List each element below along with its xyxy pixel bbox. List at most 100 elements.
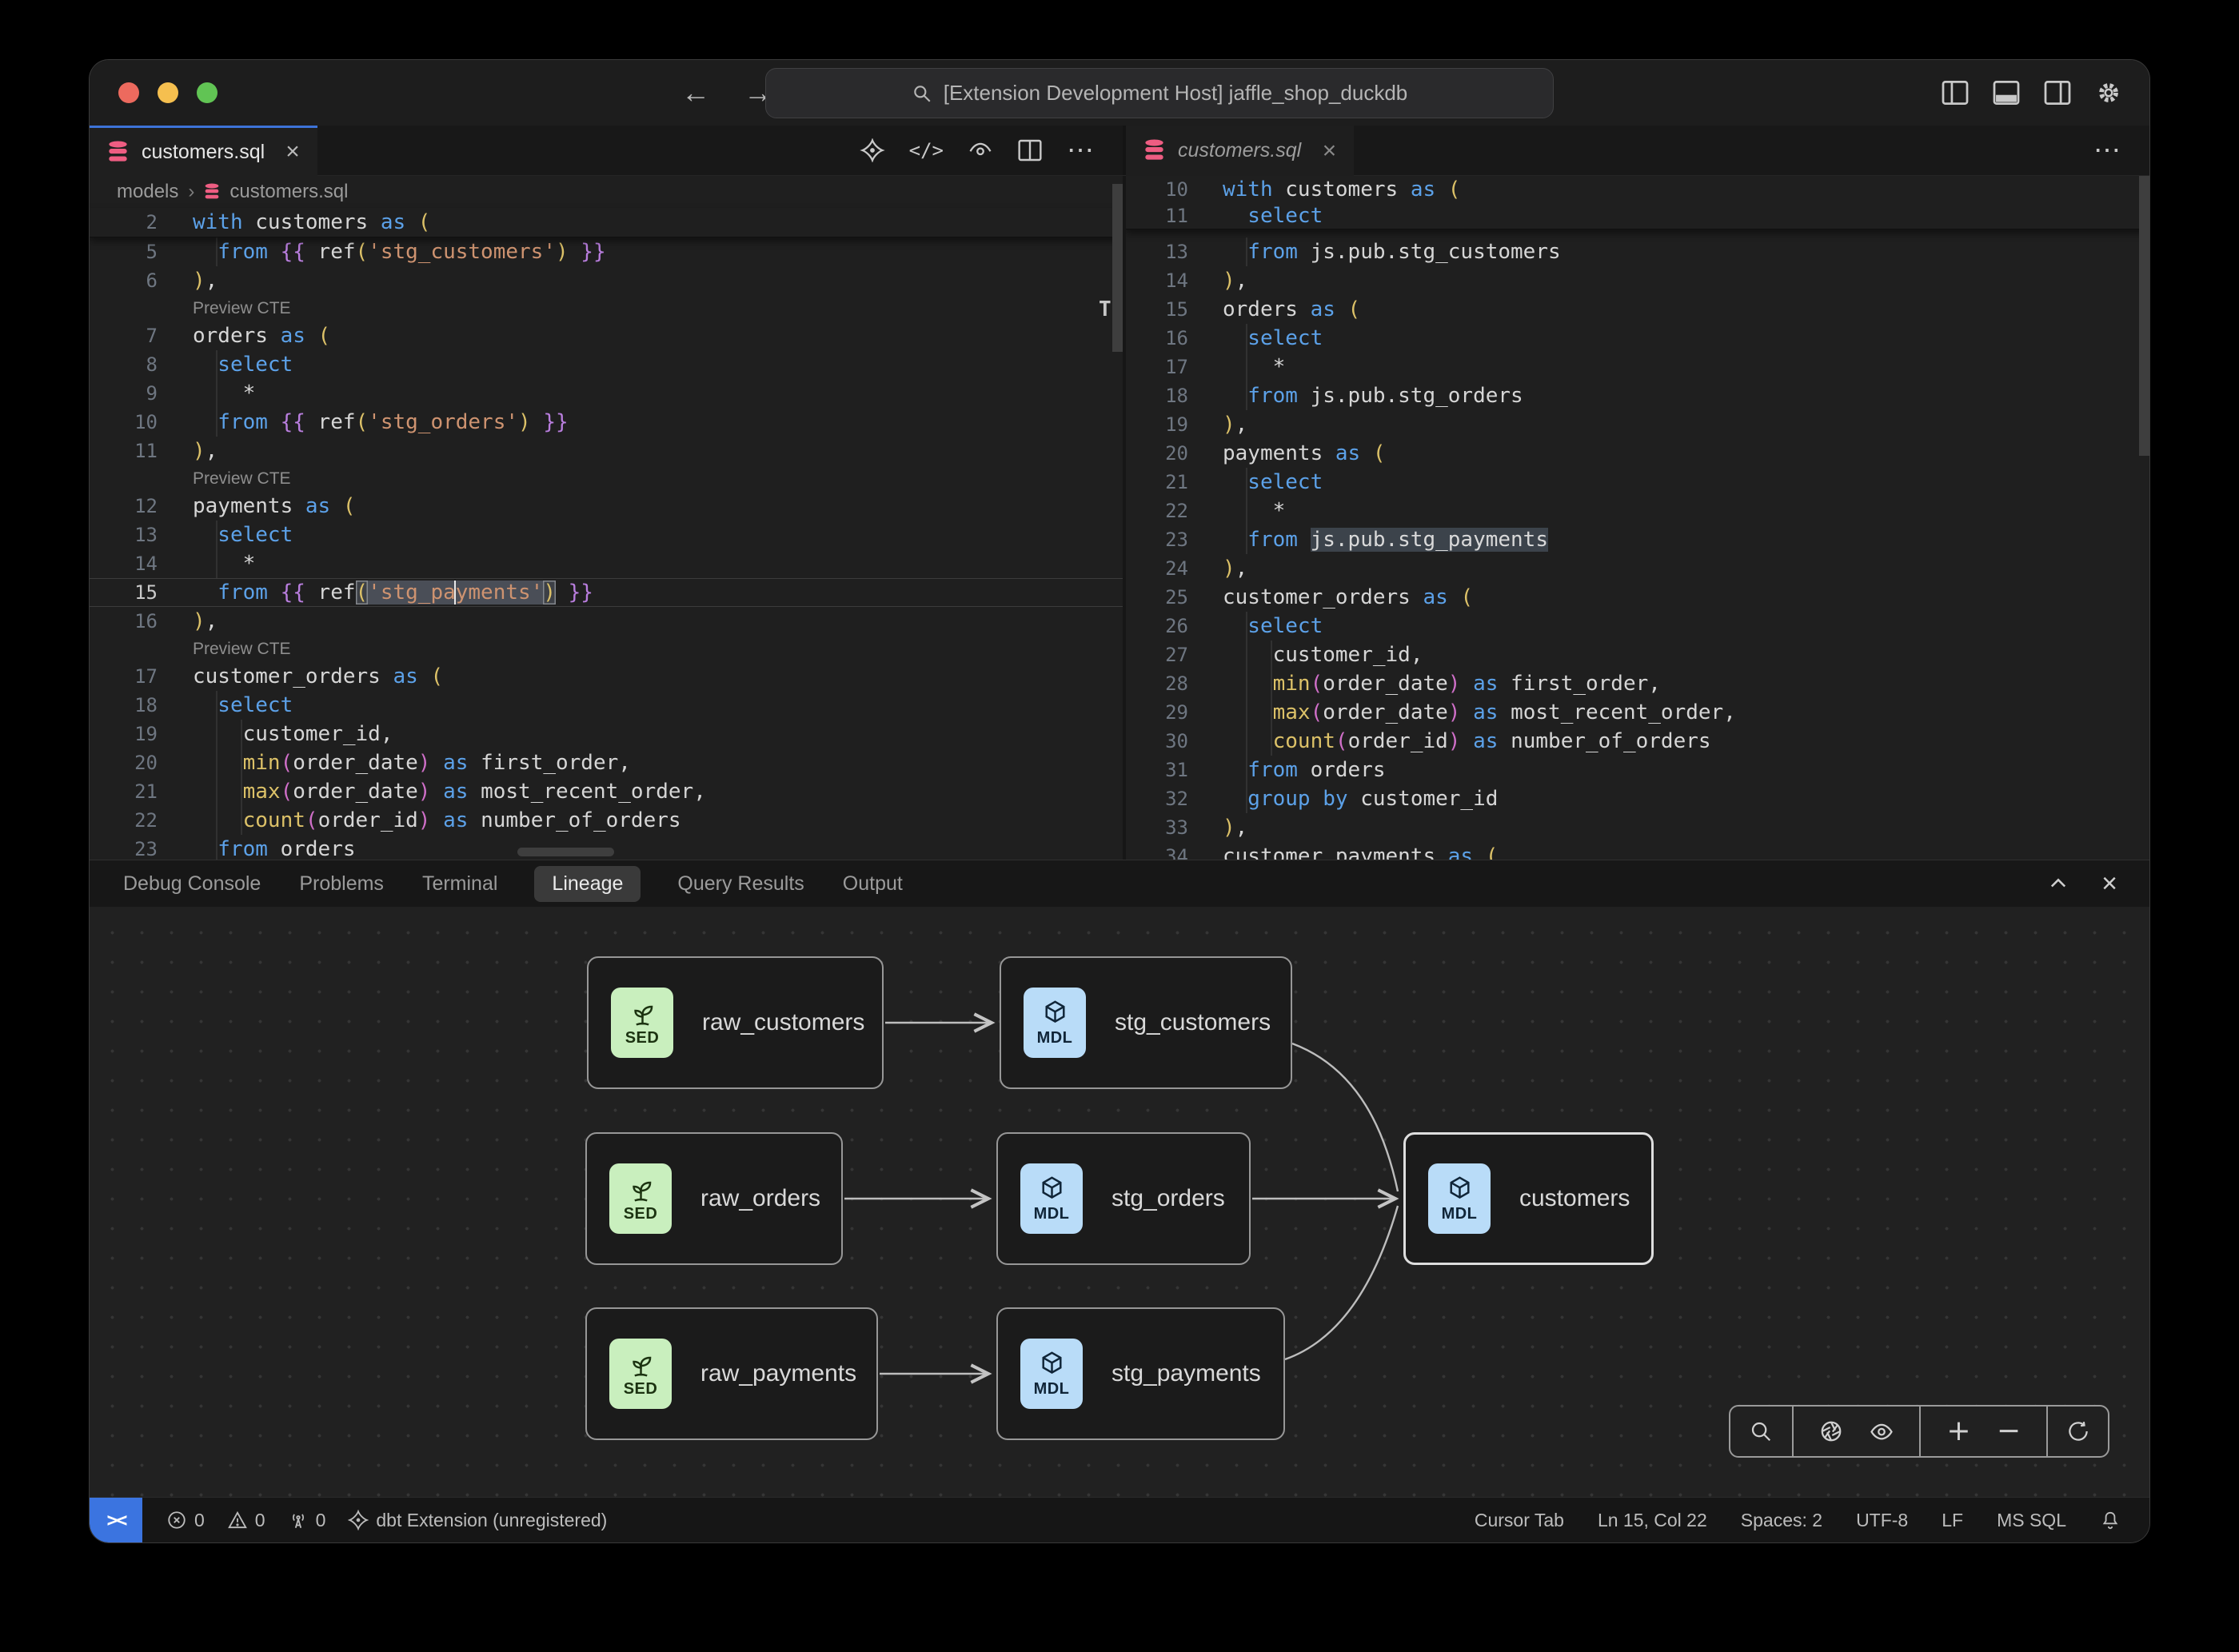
source-editor[interactable]: models › customers.sql 2with customers a… (90, 176, 1123, 860)
code-line[interactable]: 24), (1126, 554, 2149, 583)
code-line[interactable]: 14), (1126, 266, 2149, 295)
toggle-panel-icon[interactable] (1993, 81, 2020, 105)
code-line[interactable]: 7orders as ( (90, 321, 1123, 350)
compiled-editor[interactable]: 10with customers as (11 select 13 from j… (1126, 176, 2149, 860)
panel-tab-query-results[interactable]: Query Results (676, 866, 805, 902)
code-line[interactable]: 27 customer_id, (1126, 640, 2149, 669)
codelens-preview-cte[interactable]: Preview CTE (90, 636, 1123, 662)
code-line[interactable]: 13 select (90, 521, 1123, 549)
vertical-scrollbar[interactable] (2139, 176, 2149, 456)
code-line[interactable]: 13 from js.pub.stg_customers (1126, 237, 2149, 266)
breadcrumb-file[interactable]: customers.sql (229, 181, 348, 203)
code-line[interactable]: 33), (1126, 813, 2149, 842)
code-line[interactable]: 11), (90, 437, 1123, 465)
minimize-window-button[interactable] (158, 82, 178, 103)
code-line[interactable]: 22 * (1126, 497, 2149, 525)
code-line[interactable]: 32 group by customer_id (1126, 784, 2149, 813)
toggle-secondary-sidebar-icon[interactable] (2044, 81, 2071, 105)
panel-tab-debug-console[interactable]: Debug Console (122, 866, 262, 902)
preview-eye-icon[interactable] (968, 138, 993, 162)
compiled-code-icon[interactable]: </> (909, 139, 944, 162)
aperture-icon[interactable] (1819, 1419, 1843, 1443)
refresh-icon[interactable] (2066, 1419, 2090, 1443)
code-line[interactable]: 20payments as ( (1126, 439, 2149, 468)
status-item[interactable]: 0 (227, 1510, 265, 1531)
tab-customers-sql-right[interactable]: customers.sql × (1126, 126, 1354, 176)
status-item[interactable]: 0 (288, 1510, 326, 1531)
code-line[interactable]: 16 select (1126, 324, 2149, 353)
back-icon[interactable]: ← (681, 76, 710, 110)
code-line[interactable]: 26 select (1126, 612, 2149, 640)
codelens-preview-cte[interactable]: Preview CTE (90, 465, 1123, 492)
code-line[interactable]: 21 select (1126, 468, 2149, 497)
lineage-node-raw_orders[interactable]: SEDraw_orders (585, 1132, 843, 1265)
zoom-in-icon[interactable]: + (1946, 1417, 1970, 1446)
lineage-node-customers[interactable]: MDLcustomers (1403, 1132, 1654, 1265)
code-line[interactable]: 15orders as ( (1126, 295, 2149, 324)
code-line[interactable]: 19), (1126, 410, 2149, 439)
status-item[interactable]: Ln 15, Col 22 (1598, 1510, 1707, 1531)
code-line[interactable]: 28 min(order_date) as first_order, (1126, 669, 2149, 698)
lineage-node-stg_payments[interactable]: MDLstg_payments (996, 1307, 1285, 1440)
code-line[interactable]: 11 select (1126, 202, 2149, 229)
lineage-node-stg_customers[interactable]: MDLstg_customers (1000, 956, 1292, 1089)
close-icon[interactable]: × (285, 140, 300, 164)
panel-tab-problems[interactable]: Problems (297, 866, 385, 902)
code-line[interactable]: 2with customers as ( (90, 208, 1123, 237)
code-line[interactable]: 19 customer_id, (90, 720, 1123, 748)
panel-tab-terminal[interactable]: Terminal (421, 866, 499, 902)
close-icon[interactable]: × (1322, 139, 1336, 163)
toggle-primary-sidebar-icon[interactable] (1942, 81, 1969, 105)
status-item[interactable]: 0 (166, 1510, 205, 1531)
code-line[interactable]: 12payments as ( (90, 492, 1123, 521)
code-line[interactable]: 23 from js.pub.stg_payments (1126, 525, 2149, 554)
command-center-search[interactable]: [Extension Development Host] jaffle_shop… (765, 68, 1554, 118)
status-item[interactable]: LF (1942, 1510, 1963, 1531)
status-item[interactable]: Spaces: 2 (1741, 1510, 1822, 1531)
lineage-node-stg_orders[interactable]: MDLstg_orders (996, 1132, 1251, 1265)
code-line[interactable]: 18 from js.pub.stg_orders (1126, 381, 2149, 410)
gear-icon[interactable] (2095, 81, 2122, 105)
code-line[interactable]: 6), (90, 266, 1123, 295)
maximize-window-button[interactable] (197, 82, 218, 103)
code-line[interactable]: 31 from orders (1126, 756, 2149, 784)
vertical-scrollbar[interactable] (1112, 184, 1123, 352)
code-line[interactable]: 5 from {{ ref('stg_customers') }} (90, 237, 1123, 266)
code-line[interactable]: 8 select (90, 350, 1123, 379)
code-line[interactable]: 17customer_orders as ( (90, 662, 1123, 691)
remote-indicator[interactable]: >< (90, 1498, 142, 1542)
horizontal-scrollbar[interactable] (517, 848, 614, 856)
lineage-canvas[interactable]: SEDraw_customers MDLstg_customers SEDraw_o… (90, 907, 2149, 1497)
code-line[interactable]: 22 count(order_id) as number_of_orders (90, 806, 1123, 835)
status-item[interactable]: MS SQL (1997, 1510, 2066, 1531)
status-item[interactable]: UTF-8 (1856, 1510, 1908, 1531)
status-item[interactable] (2100, 1510, 2121, 1530)
lineage-node-raw_customers[interactable]: SEDraw_customers (587, 956, 884, 1089)
status-item[interactable]: Cursor Tab (1475, 1510, 1564, 1531)
search-icon[interactable] (1749, 1419, 1773, 1443)
split-editor-icon[interactable] (1017, 138, 1043, 162)
code-line[interactable]: 17 * (1126, 353, 2149, 381)
code-line[interactable]: 34customer_payments as ( (1126, 842, 2149, 860)
code-line[interactable]: 9 * (90, 379, 1123, 408)
more-actions-icon[interactable]: ⋯ (1067, 134, 1096, 166)
code-line[interactable]: 15 from {{ ref('stg_payments') }} (90, 578, 1123, 607)
code-line[interactable]: 30 count(order_id) as number_of_orders (1126, 727, 2149, 756)
code-line[interactable]: 10 from {{ ref('stg_orders') }} (90, 408, 1123, 437)
code-line[interactable]: 25customer_orders as ( (1126, 583, 2149, 612)
panel-tab-output[interactable]: Output (841, 866, 904, 902)
breadcrumb-folder[interactable]: models (117, 181, 178, 203)
code-line[interactable]: 18 select (90, 691, 1123, 720)
chevron-up-icon[interactable] (2047, 872, 2069, 895)
panel-tab-lineage[interactable]: Lineage (534, 866, 641, 902)
status-item[interactable]: dbt Extension (unregistered) (348, 1510, 607, 1531)
code-line[interactable]: 21 max(order_date) as most_recent_order, (90, 777, 1123, 806)
eye-icon[interactable] (1870, 1419, 1894, 1443)
code-line[interactable]: 14 * (90, 549, 1123, 578)
close-panel-icon[interactable]: × (2101, 870, 2117, 897)
tab-customers-sql-left[interactable]: customers.sql × (90, 126, 317, 176)
more-actions-icon[interactable]: ⋯ (2093, 134, 2122, 166)
zoom-out-icon[interactable]: − (1997, 1417, 2021, 1446)
close-window-button[interactable] (118, 82, 139, 103)
dbt-power-user-icon[interactable] (860, 138, 885, 162)
